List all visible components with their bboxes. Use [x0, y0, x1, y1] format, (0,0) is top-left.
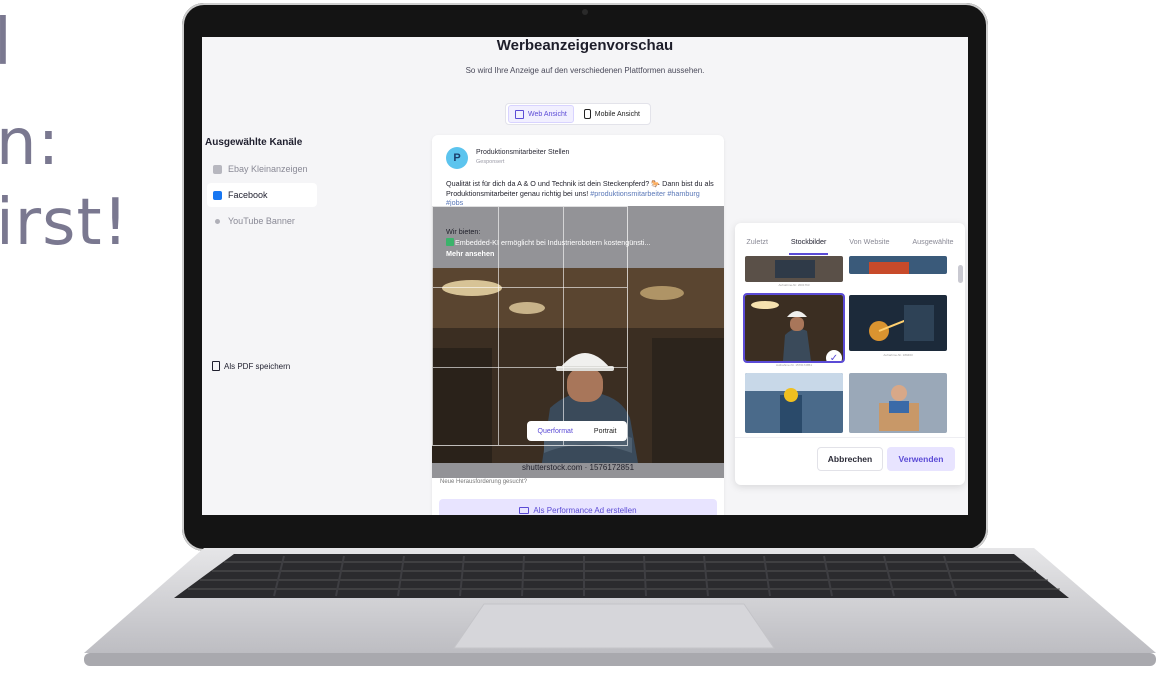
ad-primary-text: Qualität ist für dich da A & O und Techn…	[446, 179, 716, 208]
selected-channels-heading: Ausgewählte Kanäle	[205, 137, 303, 148]
view-toggle: Web Ansicht Mobile Ansicht	[505, 103, 651, 125]
background-headline-line-1: l	[0, 6, 13, 80]
thumbnail-caption: Aufnahme-Nr. 189463	[883, 353, 913, 357]
facebook-icon	[213, 190, 222, 200]
thumbnail-caption: Aufnahme-Nr. 2001763	[778, 283, 810, 287]
web-view-label: Web Ansicht	[528, 110, 567, 118]
laptop-keyboard-base	[84, 548, 1156, 666]
sidebar-item-label: YouTube Banner	[228, 216, 295, 226]
thumbnail-caption: Aufnahme-Nr. 1576172851	[775, 363, 813, 367]
create-performance-ad-label: Als Performance Ad erstellen	[533, 505, 637, 515]
use-button[interactable]: Verwenden	[887, 447, 955, 471]
pdf-file-icon	[212, 361, 220, 371]
stock-thumbnail[interactable]	[849, 373, 947, 433]
smartphone-icon	[583, 109, 591, 119]
page-avatar: P	[446, 147, 468, 169]
app-screen: Werbeanzeigenvorschau So wird Ihre Anzei…	[202, 37, 968, 515]
ad-page-name: Produktionsmitarbeiter Stellen	[476, 149, 570, 156]
mobile-view-label: Mobile Ansicht	[594, 110, 640, 118]
tab-selected[interactable]: Ausgewählte	[910, 237, 955, 255]
cancel-button[interactable]: Abbrechen	[817, 447, 883, 471]
save-as-pdf-button[interactable]: Als PDF speichern	[212, 361, 290, 371]
browser-window-icon	[515, 109, 524, 119]
landscape-format-button[interactable]: Querformat	[538, 428, 573, 435]
tab-recent[interactable]: Zuletzt	[744, 237, 770, 255]
sidebar-item-label: Ebay Kleinanzeigen	[228, 164, 308, 174]
mobile-view-button[interactable]: Mobile Ansicht	[578, 105, 646, 123]
create-performance-ad-button[interactable]: Als Performance Ad erstellen	[439, 499, 717, 515]
crop-frame[interactable]	[432, 206, 628, 446]
stock-thumbnail[interactable]	[745, 256, 843, 282]
webcam-icon	[582, 9, 588, 15]
web-view-button[interactable]: Web Ansicht	[508, 105, 574, 123]
ad-headline-text: Neue Herausforderung gesucht?	[440, 479, 528, 485]
selected-check-icon: ✓	[826, 350, 842, 361]
image-credit: shutterstock.com · 1576172851	[521, 463, 635, 472]
background-headline-line-3: irst!	[0, 186, 130, 260]
background-headline-line-2: n:	[0, 106, 61, 180]
carousel-icon	[519, 506, 530, 514]
stock-thumbnail[interactable]	[745, 373, 843, 433]
portrait-format-button[interactable]: Portrait	[594, 428, 617, 435]
stock-thumbnail[interactable]	[849, 295, 947, 351]
format-toggle: Querformat Portrait	[527, 421, 627, 441]
sidebar-item-youtube[interactable]: YouTube Banner	[207, 209, 317, 233]
page-subtitle: So wird Ihre Anzeige auf den verschieden…	[465, 66, 705, 75]
page-title: Werbeanzeigenvorschau	[496, 37, 674, 54]
sidebar-item-facebook[interactable]: Facebook	[207, 183, 317, 207]
stock-thumbnail[interactable]	[849, 256, 947, 274]
image-source-tabs: Zuletzt Stockbilder Von Website Ausgewäh…	[735, 237, 965, 255]
stock-thumbnail-selected[interactable]: ✓	[743, 293, 845, 363]
save-as-pdf-label: Als PDF speichern	[224, 361, 291, 371]
ebay-icon	[213, 164, 222, 174]
tab-from-website[interactable]: Von Website	[847, 237, 891, 255]
youtube-icon	[215, 218, 220, 224]
sidebar-item-ebay[interactable]: Ebay Kleinanzeigen	[207, 157, 317, 181]
thumbnail-scrollbar[interactable]	[958, 265, 963, 283]
sponsored-label: Gesponsert	[476, 159, 505, 165]
tab-stock-images[interactable]: Stockbilder	[788, 237, 829, 255]
stock-image-picker: Zuletzt Stockbilder Von Website Ausgewäh…	[735, 223, 965, 485]
panel-divider	[735, 437, 965, 438]
sidebar-item-label: Facebook	[228, 190, 268, 200]
